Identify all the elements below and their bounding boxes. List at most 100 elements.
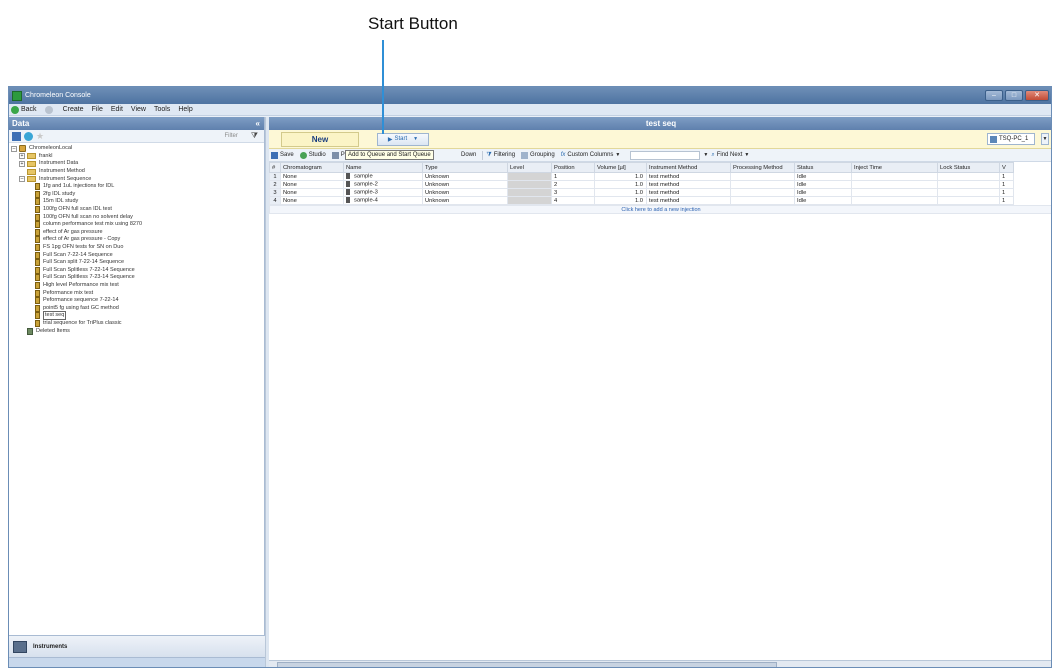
tree-item-folder[interactable]: + frankl (11, 153, 264, 161)
cell-level[interactable] (507, 172, 552, 181)
expand-icon[interactable]: + (19, 160, 25, 167)
menu-create[interactable]: Create (63, 106, 84, 113)
move-down-button[interactable]: Down (461, 152, 479, 158)
cell-inject[interactable] (851, 180, 938, 189)
menu-help[interactable]: Help (178, 106, 192, 113)
cell-position[interactable]: 2 (551, 180, 595, 189)
cell-position[interactable]: 3 (551, 188, 595, 197)
cell-num[interactable]: 2 (269, 180, 281, 189)
tree-item-sequence[interactable]: 1fg and 1uL injections for IDL (11, 183, 264, 191)
cell-inject[interactable] (851, 196, 938, 205)
cell-chrom[interactable]: None (280, 180, 344, 189)
table-row[interactable]: 1 None sample Unknown 1 1.0 test method Idle 1 (269, 172, 1014, 181)
column-header[interactable]: Chromatogram (280, 162, 344, 173)
tree-item-sequence[interactable]: Peformance sequence 7-22-14 (11, 297, 264, 305)
cell-level[interactable] (507, 188, 552, 197)
tree-item-sequence[interactable]: 100fg OFN full scan no solvent delay (11, 213, 264, 221)
cell-num[interactable]: 3 (269, 188, 281, 197)
tree-item-root[interactable]: – ChromeleonLocal (11, 145, 264, 153)
collapse-icon[interactable]: – (11, 145, 17, 152)
cell-level[interactable] (507, 180, 552, 189)
expand-icon[interactable]: + (19, 153, 25, 160)
cell-type[interactable]: Unknown (422, 172, 508, 181)
cell-method[interactable]: test method (646, 188, 731, 197)
table-row[interactable]: 4 None sample-4 Unknown 4 1.0 test method Idle 1 (269, 196, 1014, 205)
cell-volume[interactable]: 1.0 (594, 172, 647, 181)
studio-button[interactable]: Studio (299, 151, 329, 159)
filtering-button[interactable]: ⧩ Filtering (486, 152, 518, 159)
column-header[interactable]: Type (422, 162, 508, 173)
cell-v[interactable]: 1 (999, 196, 1014, 205)
menu-tools[interactable]: Tools (154, 106, 170, 113)
cell-name[interactable]: sample-2 (343, 180, 423, 189)
column-header[interactable]: Lock Status (937, 162, 1000, 173)
cell-method[interactable]: test method (646, 196, 731, 205)
cell-name[interactable]: sample (343, 172, 423, 181)
refresh-icon[interactable] (24, 131, 33, 141)
cell-processing[interactable] (730, 188, 795, 197)
cell-lock[interactable] (937, 188, 1000, 197)
menu-file[interactable]: File (92, 106, 103, 113)
tree-item-sequence[interactable]: 100fg OFN full scan IDL test (11, 206, 264, 214)
column-header[interactable]: Inject Time (851, 162, 938, 173)
tree-item-sequence[interactable]: Full Scan Splitless 7-22-14 Sequence (11, 266, 264, 275)
back-button[interactable]: Back (11, 105, 37, 114)
menu-edit[interactable]: Edit (111, 106, 123, 113)
cell-name[interactable]: sample-3 (343, 188, 423, 197)
cell-num[interactable]: 4 (269, 196, 281, 205)
cell-chrom[interactable]: None (280, 172, 344, 181)
menu-view[interactable]: View (131, 106, 146, 113)
tree-item-sequence[interactable]: Full Scan Splitless 7-23-14 Sequence (11, 274, 264, 282)
instruments-tab[interactable]: Instruments (9, 635, 265, 657)
cell-type[interactable]: Unknown (422, 188, 508, 197)
cell-v[interactable]: 1 (999, 188, 1014, 197)
tree-item-sequence[interactable]: effect of Ar gas pressure - Copy (11, 236, 264, 244)
cell-method[interactable]: test method (646, 180, 731, 189)
column-header[interactable]: V (999, 162, 1014, 173)
column-header[interactable]: Instrument Method (646, 162, 731, 173)
find-input[interactable] (630, 150, 701, 160)
forward-button[interactable] (44, 105, 55, 114)
cell-inject[interactable] (851, 172, 938, 181)
cell-chrom[interactable]: None (280, 196, 344, 205)
cell-lock[interactable] (937, 196, 1000, 205)
tree-item-sequence[interactable]: 2fg IDL study (11, 190, 264, 199)
column-header[interactable]: # (269, 162, 281, 173)
cell-chrom[interactable]: None (280, 188, 344, 197)
cell-type[interactable]: Unknown (422, 196, 508, 205)
scrollbar-thumb[interactable] (277, 662, 777, 667)
tree-view-icon[interactable] (12, 131, 21, 141)
grouping-button[interactable]: Grouping (521, 151, 558, 159)
save-button[interactable]: Save (271, 151, 297, 159)
cell-status[interactable]: Idle (794, 172, 852, 181)
column-header[interactable]: Status (794, 162, 852, 173)
minimize-button[interactable]: – (985, 90, 1003, 101)
tree-item-sequence[interactable]: column performance test mix using 8270 (11, 221, 264, 229)
column-header[interactable]: Volume [µl] (594, 162, 647, 173)
collapse-pane-button[interactable]: « (256, 119, 260, 128)
tree-item-sequence[interactable]: Full Scan split 7-22-14 Sequence (11, 259, 264, 267)
tree-item-sequence[interactable]: effect of Ar gas pressure (11, 228, 264, 237)
cell-method[interactable]: test method (646, 172, 731, 181)
cell-level[interactable] (507, 196, 552, 205)
cell-status[interactable]: Idle (794, 196, 852, 205)
new-button[interactable]: New (281, 131, 359, 147)
table-row[interactable]: 3 None sample-3 Unknown 3 1.0 test method Idle 1 (269, 188, 1014, 197)
column-header[interactable]: Processing Method (730, 162, 795, 173)
tree-item-sequence[interactable]: trial sequence for TriPlus classic (11, 319, 264, 328)
cell-volume[interactable]: 1.0 (594, 188, 647, 197)
column-header[interactable]: Position (551, 162, 595, 173)
instrument-select[interactable]: TSQ-PC_1 (987, 133, 1035, 145)
cell-lock[interactable] (937, 180, 1000, 189)
table-row[interactable]: 2 None sample-2 Unknown 2 1.0 test method Idle 1 (269, 180, 1014, 189)
tree-item-sequence[interactable]: 15m IDL study (11, 198, 264, 206)
tree-item-sequence[interactable]: Full Scan 7-22-14 Sequence (11, 251, 264, 259)
close-button[interactable]: ✕ (1025, 90, 1049, 101)
add-injection-row[interactable]: Click here to add a new injection (269, 205, 1051, 214)
cell-v[interactable]: 1 (999, 172, 1014, 181)
cell-lock[interactable] (937, 172, 1000, 181)
cell-v[interactable]: 1 (999, 180, 1014, 189)
cell-position[interactable]: 4 (551, 196, 595, 205)
cell-status[interactable]: Idle (794, 180, 852, 189)
tree-item-folder[interactable]: Instrument Method (11, 168, 264, 176)
